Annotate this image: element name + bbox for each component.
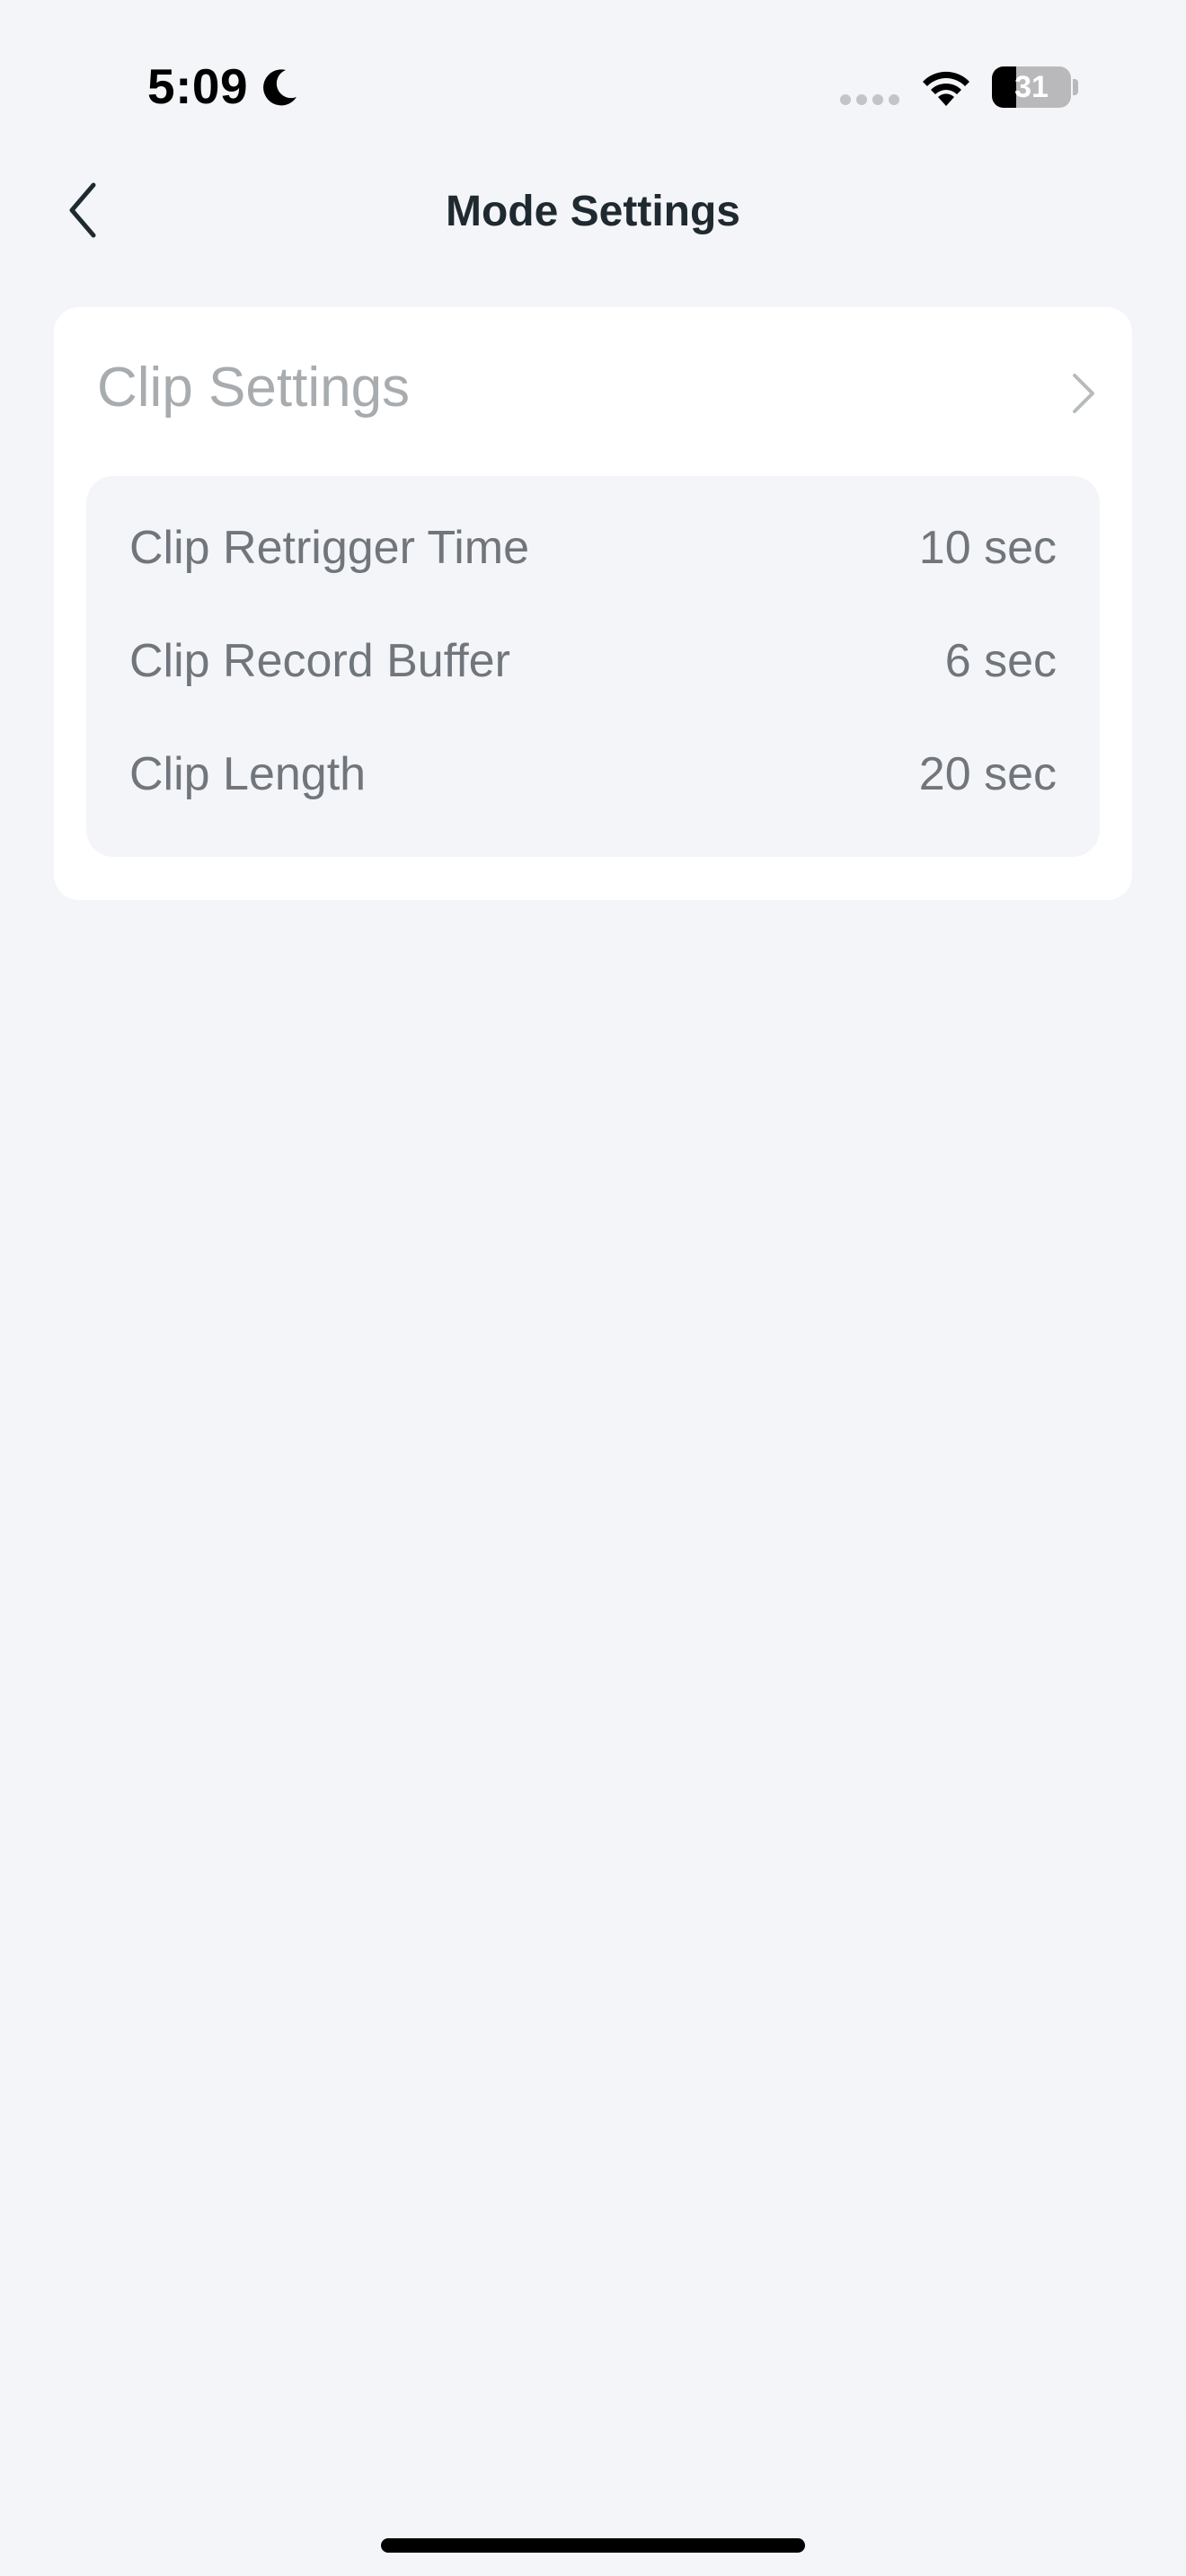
status-time: 5:09 — [147, 58, 249, 114]
setting-value: 20 sec — [918, 748, 1057, 800]
clip-settings-list: Clip Retrigger Time 10 sec Clip Record B… — [86, 476, 1100, 857]
setting-value: 6 sec — [944, 635, 1057, 687]
clip-settings-header[interactable]: Clip Settings — [54, 307, 1132, 474]
setting-label: Clip Length — [129, 748, 367, 800]
battery-icon: 31 — [992, 66, 1071, 108]
battery-level: 31 — [1014, 70, 1049, 104]
clip-settings-card: Clip Settings Clip Retrigger Time 10 sec… — [54, 307, 1132, 900]
status-bar: 5:09 31 — [0, 0, 1186, 162]
setting-label: Clip Record Buffer — [129, 635, 510, 687]
setting-row-clip-record-buffer: Clip Record Buffer 6 sec — [86, 607, 1100, 715]
page-title: Mode Settings — [445, 188, 740, 235]
clip-settings-title: Clip Settings — [97, 357, 411, 419]
moon-icon — [263, 69, 296, 106]
wifi-icon — [923, 71, 969, 106]
setting-value: 10 sec — [918, 522, 1057, 574]
chevron-right-icon — [1073, 374, 1094, 413]
nav-bar: Mode Settings — [0, 162, 1186, 260]
setting-label: Clip Retrigger Time — [129, 522, 530, 574]
mode-settings-screen: 5:09 31 Mode Settings Clip Settings Clip… — [0, 0, 1186, 2576]
setting-row-clip-retrigger-time: Clip Retrigger Time 10 sec — [86, 494, 1100, 602]
home-indicator[interactable] — [381, 2538, 805, 2553]
setting-row-clip-length: Clip Length 20 sec — [86, 720, 1100, 828]
battery-cap — [1073, 79, 1078, 95]
signal-icon — [840, 94, 899, 105]
